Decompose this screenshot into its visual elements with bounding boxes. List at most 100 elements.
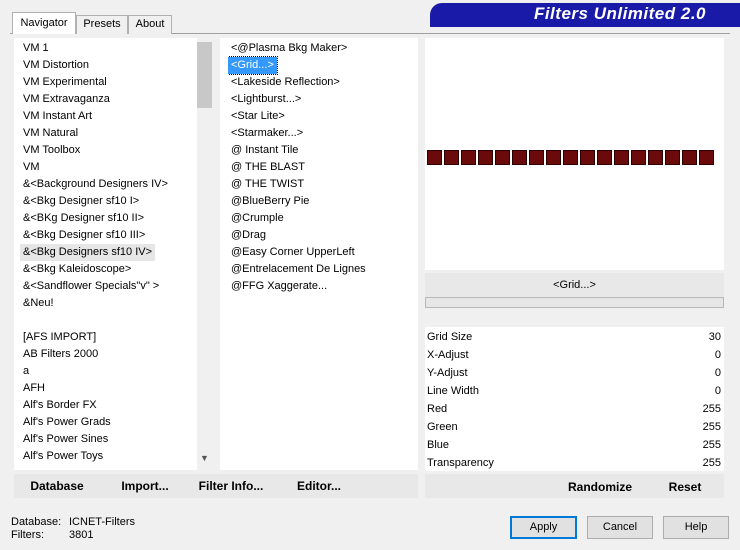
filter-item[interactable]: @FFG Xaggerate... bbox=[228, 278, 330, 295]
category-item[interactable] bbox=[20, 312, 26, 329]
category-list[interactable]: VM 1 VM Distortion VM Experimental VM Extra… bbox=[20, 40, 198, 468]
filter-item[interactable]: @Drag bbox=[228, 227, 269, 244]
preview-area bbox=[425, 38, 724, 270]
title-banner: Filters Unlimited 2.0 bbox=[430, 3, 740, 27]
filter-item[interactable]: @Entrelacement De Lignes bbox=[228, 261, 369, 278]
category-item[interactable]: Alf's Power Toys bbox=[20, 448, 106, 465]
grid-cell bbox=[648, 150, 663, 165]
category-item[interactable]: &<Bkg Designers sf10 IV> bbox=[20, 244, 156, 261]
grid-cell bbox=[580, 150, 595, 165]
category-item[interactable]: VM Extravaganza bbox=[20, 91, 113, 108]
tab-navigator[interactable]: Navigator bbox=[12, 12, 76, 34]
category-item[interactable]: Alf's Power Sines bbox=[20, 431, 111, 448]
category-item[interactable]: Alf's Border FX bbox=[20, 397, 100, 414]
param-value[interactable]: 255 bbox=[703, 400, 721, 418]
param-value[interactable]: 255 bbox=[703, 418, 721, 436]
scroll-down-icon[interactable]: ▼ bbox=[197, 453, 212, 467]
filter-item[interactable]: <Star Lite> bbox=[228, 108, 288, 125]
param-value[interactable]: 30 bbox=[709, 328, 721, 346]
reset-button[interactable]: Reset bbox=[661, 477, 709, 497]
filter-list-panel: <@Plasma Bkg Maker> <Grid...> <Lakeside Re… bbox=[220, 38, 418, 470]
import-button[interactable]: Import... bbox=[114, 476, 176, 496]
filter-item[interactable]: @Easy Corner UpperLeft bbox=[228, 244, 358, 261]
filter-info-button[interactable]: Filter Info... bbox=[196, 476, 266, 496]
param-value[interactable]: 0 bbox=[715, 382, 721, 400]
filter-item[interactable]: @ THE TWIST bbox=[228, 176, 307, 193]
status-filters-label: Filters: bbox=[11, 529, 44, 541]
filter-item[interactable]: <Lightburst...> bbox=[228, 91, 304, 108]
param-value[interactable]: 0 bbox=[715, 364, 721, 382]
grid-cell bbox=[614, 150, 629, 165]
param-row[interactable]: Green 255 bbox=[425, 418, 723, 436]
filter-item[interactable]: @Crumple bbox=[228, 210, 287, 227]
app-title: Filters Unlimited 2.0 bbox=[533, 4, 706, 23]
category-item[interactable]: &<BKg Designer sf10 II> bbox=[20, 210, 147, 227]
param-row[interactable]: Line Width 0 bbox=[425, 382, 723, 400]
category-item[interactable]: VM Distortion bbox=[20, 57, 92, 74]
category-scrollbar[interactable]: ▼ bbox=[197, 38, 212, 470]
category-item[interactable]: VM Toolbox bbox=[20, 142, 83, 159]
filter-item[interactable]: <Grid...> bbox=[228, 56, 278, 75]
editor-button[interactable]: Editor... bbox=[290, 476, 348, 496]
cancel-button[interactable]: Cancel bbox=[587, 516, 653, 539]
filter-item[interactable]: @ Instant Tile bbox=[228, 142, 301, 159]
randomize-button[interactable]: Randomize bbox=[565, 477, 635, 497]
apply-button[interactable]: Apply bbox=[510, 516, 577, 539]
param-value[interactable]: 255 bbox=[703, 454, 721, 472]
param-value[interactable]: 0 bbox=[715, 346, 721, 364]
category-item[interactable]: VM Instant Art bbox=[20, 108, 95, 125]
category-item[interactable]: Alf's Power Grads bbox=[20, 414, 114, 431]
param-label: Grid Size bbox=[427, 331, 473, 343]
category-item[interactable]: &<Background Designers IV> bbox=[20, 176, 171, 193]
category-item[interactable]: VM Natural bbox=[20, 125, 81, 142]
category-item[interactable]: AFH bbox=[20, 380, 48, 397]
tab-about[interactable]: About bbox=[128, 15, 172, 34]
filter-list[interactable]: <@Plasma Bkg Maker> <Grid...> <Lakeside Re… bbox=[228, 40, 414, 468]
filter-item[interactable]: <Lakeside Reflection> bbox=[228, 74, 343, 91]
status-database-label: Database: bbox=[11, 516, 62, 528]
grid-cell bbox=[512, 150, 527, 165]
category-item[interactable]: VM bbox=[20, 159, 43, 176]
parameter-list: Grid Size 30 X-Adjust 0 Y-Adjust 0 Line Width 0… bbox=[425, 327, 724, 471]
category-item[interactable]: AB Filters 2000 bbox=[20, 346, 101, 363]
param-row[interactable]: Red 255 bbox=[425, 400, 723, 418]
grid-cell bbox=[444, 150, 459, 165]
filter-item[interactable]: @ THE BLAST bbox=[228, 159, 308, 176]
category-item[interactable]: VM 1 bbox=[20, 40, 52, 57]
param-label: Blue bbox=[427, 439, 450, 451]
param-row[interactable]: Blue 255 bbox=[425, 436, 723, 454]
param-row[interactable]: Grid Size 30 bbox=[425, 328, 723, 346]
category-item[interactable]: &<Bkg Designer sf10 III> bbox=[20, 227, 148, 244]
category-item[interactable]: &<Bkg Designer sf10 I> bbox=[20, 193, 142, 210]
help-button[interactable]: Help bbox=[663, 516, 729, 539]
grid-cell bbox=[665, 150, 680, 165]
grid-cell bbox=[682, 150, 697, 165]
param-row[interactable]: Y-Adjust 0 bbox=[425, 364, 723, 382]
grid-cell bbox=[495, 150, 510, 165]
filter-item[interactable]: @BlueBerry Pie bbox=[228, 193, 312, 210]
category-item[interactable]: &<Bkg Kaleidoscope> bbox=[20, 261, 134, 278]
category-item[interactable]: a bbox=[20, 363, 32, 380]
category-item[interactable]: &Neu! bbox=[20, 295, 57, 312]
category-item[interactable]: &<Sandflower Specials"v" > bbox=[20, 278, 162, 295]
tab-presets[interactable]: Presets bbox=[76, 15, 128, 34]
param-value[interactable]: 255 bbox=[703, 436, 721, 454]
grid-cell bbox=[461, 150, 476, 165]
category-item[interactable]: [AFS IMPORT] bbox=[20, 329, 99, 346]
filter-item[interactable]: <@Plasma Bkg Maker> bbox=[228, 40, 350, 57]
filter-item[interactable]: <Starmaker...> bbox=[228, 125, 306, 142]
database-button[interactable]: Database bbox=[22, 476, 92, 496]
param-toolbar: Randomize Reset bbox=[425, 474, 724, 498]
param-row[interactable]: X-Adjust 0 bbox=[425, 346, 723, 364]
grid-cell bbox=[699, 150, 714, 165]
grid-preview-strip bbox=[427, 150, 724, 165]
preview-filter-name: <Grid...> bbox=[425, 273, 724, 297]
grid-cell bbox=[631, 150, 646, 165]
grid-cell bbox=[563, 150, 578, 165]
param-label: Transparency bbox=[427, 457, 494, 469]
category-item[interactable]: VM Experimental bbox=[20, 74, 110, 91]
grid-cell bbox=[597, 150, 612, 165]
category-scroll-thumb[interactable] bbox=[197, 42, 212, 108]
param-row[interactable]: Transparency 255 bbox=[425, 454, 723, 472]
param-label: Y-Adjust bbox=[427, 367, 468, 379]
